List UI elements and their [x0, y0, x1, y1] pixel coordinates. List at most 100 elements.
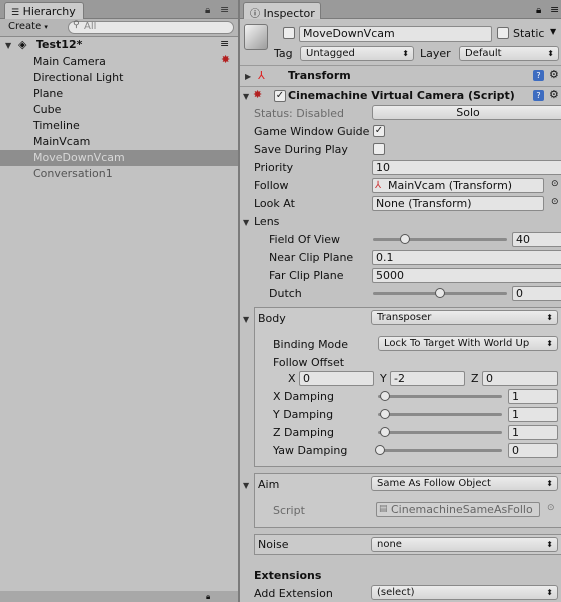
hierarchy-search-input[interactable]: ⚲ All	[68, 20, 234, 34]
divider	[240, 65, 561, 66]
x-damping-knob[interactable]	[380, 391, 390, 401]
hierarchy-item-label: Main Camera	[33, 55, 106, 68]
layer-dropdown[interactable]: Default ⬍	[459, 46, 559, 61]
tag-dropdown[interactable]: Untagged ⬍	[300, 46, 414, 61]
lock-icon[interactable]: 🔒︎	[536, 5, 541, 16]
tab-hierarchy[interactable]: ☰ Hierarchy	[4, 2, 84, 19]
component-enabled-checkbox[interactable]: ✓	[274, 90, 286, 102]
active-checkbox[interactable]	[283, 27, 295, 39]
save-during-play-checkbox[interactable]	[373, 143, 385, 155]
hierarchy-item[interactable]: MoveDownVcam	[0, 150, 238, 166]
dropdown-arrow-icon: ⬍	[546, 339, 553, 348]
look-at-label: Look At	[254, 197, 295, 210]
far-clip-field[interactable]: 5000	[372, 268, 561, 283]
add-extension-label: Add Extension	[254, 587, 333, 600]
yaw-damping-knob[interactable]	[375, 445, 385, 455]
lock-icon[interactable]: 🔒︎	[205, 5, 210, 16]
aim-dropdown[interactable]: Same As Follow Object ⬍	[371, 476, 558, 491]
expand-arrow-icon[interactable]: ▼	[5, 41, 11, 50]
hierarchy-item[interactable]: Conversation1	[0, 166, 238, 182]
hierarchy-item-label: Timeline	[33, 119, 80, 132]
help-icon[interactable]: ?	[533, 90, 544, 101]
object-picker-icon[interactable]: ⊙	[551, 197, 559, 207]
object-name-field[interactable]: MoveDownVcam	[299, 26, 492, 42]
z-damping-knob[interactable]	[380, 427, 390, 437]
dropdown-arrow-icon: ⬍	[547, 49, 554, 58]
scene-row[interactable]: ▼ ◈ Test12* ≡	[0, 37, 238, 53]
hierarchy-item[interactable]: Main Camera	[0, 54, 238, 70]
transform-icon: ⅄	[375, 180, 382, 191]
near-clip-field[interactable]: 0.1	[372, 250, 561, 265]
solo-button[interactable]: Solo	[372, 105, 561, 120]
dutch-slider-knob[interactable]	[435, 288, 445, 298]
x-damping-track[interactable]	[378, 395, 502, 398]
yaw-damping-track[interactable]	[378, 449, 502, 452]
aim-expand-arrow-icon[interactable]: ▼	[243, 481, 249, 490]
add-extension-dropdown[interactable]: (select) ⬍	[371, 585, 558, 600]
z-damping-field[interactable]: 1	[508, 425, 558, 440]
hierarchy-item-label: Plane	[33, 87, 64, 100]
x-damping-label: X Damping	[273, 390, 334, 403]
dutch-field[interactable]: 0	[512, 286, 561, 301]
scene-menu-icon[interactable]: ≡	[220, 37, 229, 50]
create-dropdown[interactable]: Create ▾	[8, 21, 48, 32]
fov-field[interactable]: 40	[512, 232, 561, 247]
dropdown-arrow-icon: ⬍	[402, 49, 409, 58]
divider	[240, 86, 561, 87]
vcam-component-header[interactable]: ▼ ✸ ✓ Cinemachine Virtual Camera (Script…	[240, 88, 561, 105]
fov-slider-track[interactable]	[373, 238, 507, 241]
status-label: Status: Disabled	[254, 107, 345, 120]
hierarchy-item[interactable]: Directional Light	[0, 70, 238, 86]
static-checkbox[interactable]	[497, 27, 509, 39]
game-window-guides-checkbox[interactable]: ✓	[373, 125, 385, 137]
y-damping-field[interactable]: 1	[508, 407, 558, 422]
y-damping-knob[interactable]	[380, 409, 390, 419]
hierarchy-item-label: MoveDownVcam	[33, 151, 125, 164]
gear-icon[interactable]: ⚙	[549, 88, 559, 101]
offset-x-field[interactable]: 0	[299, 371, 374, 386]
offset-y-label: Y	[380, 372, 387, 385]
expand-arrow-icon[interactable]: ▼	[243, 92, 249, 101]
binding-mode-dropdown[interactable]: Lock To Target With World Up ⬍	[378, 336, 558, 351]
yaw-damping-field[interactable]: 0	[508, 443, 558, 458]
script-label: Script	[273, 504, 305, 517]
lock-icon-bottom[interactable]: 🔒︎	[206, 592, 210, 602]
panel-menu-icon[interactable]: ≡	[550, 3, 559, 16]
look-at-field[interactable]: None (Transform)	[372, 196, 544, 211]
lens-expand-arrow-icon[interactable]: ▼	[243, 218, 249, 227]
offset-y-field[interactable]: -2	[390, 371, 465, 386]
static-dropdown-icon[interactable]: ▼	[550, 27, 556, 36]
body-dropdown[interactable]: Transposer ⬍	[371, 310, 558, 325]
body-expand-arrow-icon[interactable]: ▼	[243, 315, 249, 324]
follow-field[interactable]: ⅄ MainVcam (Transform)	[372, 178, 544, 193]
hierarchy-item[interactable]: Cube	[0, 102, 238, 118]
offset-z-field[interactable]: 0	[482, 371, 558, 386]
hierarchy-item[interactable]: MainVcam	[0, 134, 238, 150]
hierarchy-item[interactable]: Timeline	[0, 118, 238, 134]
aim-label: Aim	[258, 478, 280, 491]
yaw-damping-label: Yaw Damping	[273, 444, 348, 457]
transform-component-header[interactable]: ▶ ⅄ Transform ? ⚙	[240, 68, 561, 86]
tab-inspector[interactable]: ⓘ Inspector	[243, 2, 321, 20]
help-icon[interactable]: ?	[533, 70, 544, 81]
dropdown-arrow-icon: ⬍	[546, 479, 553, 488]
hierarchy-list-icon: ☰	[11, 8, 20, 18]
near-clip-label: Near Clip Plane	[269, 251, 354, 264]
priority-field[interactable]: 10	[372, 160, 561, 175]
panel-menu-icon[interactable]: ≡	[220, 3, 229, 16]
priority-label: Priority	[254, 161, 294, 174]
hierarchy-item[interactable]: Plane	[0, 86, 238, 102]
noise-dropdown[interactable]: none ⬍	[371, 537, 558, 552]
object-picker-icon[interactable]: ⊙	[551, 179, 559, 189]
y-damping-track[interactable]	[378, 413, 502, 416]
scene-name: Test12*	[36, 38, 83, 51]
gameobject-cube-icon	[244, 24, 268, 50]
far-clip-label: Far Clip Plane	[269, 269, 344, 282]
hierarchy-item-label: Conversation1	[33, 167, 113, 180]
tag-label: Tag	[274, 47, 293, 60]
body-label: Body	[258, 312, 286, 325]
z-damping-track[interactable]	[378, 431, 502, 434]
gear-icon[interactable]: ⚙	[549, 68, 559, 81]
collapse-arrow-icon[interactable]: ▶	[245, 72, 251, 81]
x-damping-field[interactable]: 1	[508, 389, 558, 404]
